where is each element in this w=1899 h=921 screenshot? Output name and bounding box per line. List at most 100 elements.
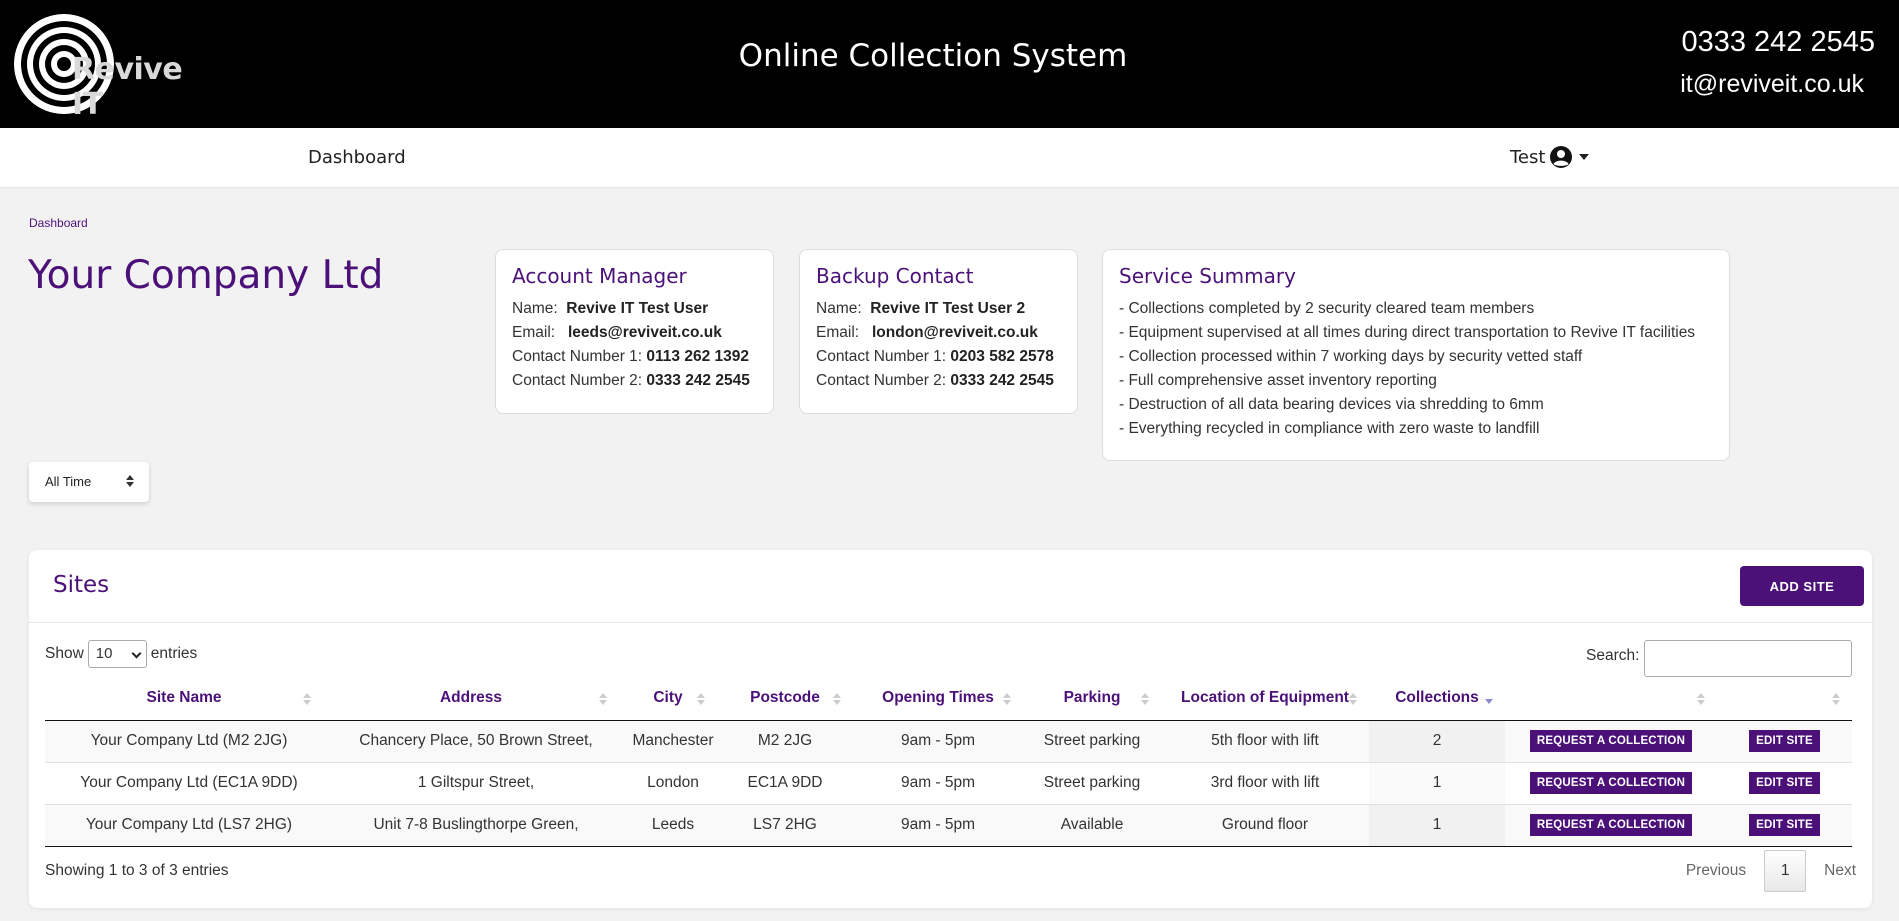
bc-name-row: Name: Revive IT Test User 2	[816, 300, 1026, 317]
cell-postcode: LS7 2HG	[717, 803, 853, 847]
request-collection-button[interactable]: REQUEST A COLLECTION	[1529, 730, 1693, 752]
cell-location: Ground floor	[1161, 803, 1369, 847]
cell-collections: 2	[1369, 720, 1505, 762]
cell-request: REQUEST A COLLECTION	[1505, 720, 1717, 762]
previous-page-button[interactable]: Previous	[1686, 862, 1746, 880]
sort-icon	[697, 693, 705, 705]
table-row: Your Company Ltd (M2 2JG) Chancery Place…	[45, 720, 1852, 762]
bc-name: Revive IT Test User 2	[870, 300, 1026, 317]
col-postcode[interactable]: Postcode	[717, 677, 853, 721]
edit-site-button[interactable]: EDIT SITE	[1749, 814, 1820, 836]
sort-icon	[599, 693, 607, 705]
user-name: Test	[1510, 146, 1546, 168]
table-row: Your Company Ltd (LS7 2HG) Unit 7-8 Busl…	[45, 803, 1852, 847]
summary-item: - Collections completed by 2 security cl…	[1119, 300, 1535, 317]
col-location[interactable]: Location of Equipment	[1161, 677, 1369, 721]
edit-site-button[interactable]: EDIT SITE	[1749, 772, 1820, 794]
card-title: Backup Contact	[816, 264, 974, 288]
table-header-row: Site Name Address City Postcode Opening …	[45, 677, 1852, 721]
page-1-button[interactable]: 1	[1764, 850, 1807, 892]
am-contact1: 0113 262 1392	[646, 348, 749, 365]
select-arrows-icon	[126, 475, 134, 487]
table-info: Showing 1 to 3 of 3 entries	[45, 862, 229, 879]
cell-address: Chancery Place, 50 Brown Street,	[323, 720, 619, 762]
bc-contact2: 0333 242 2545	[950, 372, 1054, 389]
cell-parking: Street parking	[1023, 761, 1161, 804]
add-site-button[interactable]: ADD SITE	[1740, 566, 1864, 606]
col-opening-times[interactable]: Opening Times	[853, 677, 1023, 721]
col-site-name[interactable]: Site Name	[45, 677, 323, 721]
bc-contact2-row: Contact Number 2: 0333 242 2545	[816, 372, 1054, 389]
service-summary-card: Service Summary - Collections completed …	[1102, 249, 1730, 461]
sort-icon	[1003, 693, 1011, 705]
header-phone: 0333 242 2545	[1681, 26, 1875, 58]
sites-panel: Sites ADD SITE Show 10 entries Search: S…	[29, 550, 1872, 908]
am-email: leeds@reviveit.co.uk	[568, 324, 722, 341]
pagination: Previous 1 Next	[1686, 850, 1856, 892]
breadcrumb[interactable]: Dashboard	[29, 216, 88, 230]
cell-hours: 9am - 5pm	[853, 761, 1023, 804]
account-manager-card: Account Manager Name: Revive IT Test Use…	[495, 249, 774, 414]
table-row: Your Company Ltd (EC1A 9DD) 1 Giltspur S…	[45, 761, 1852, 804]
cell-postcode: M2 2JG	[717, 720, 853, 762]
cell-address: 1 Giltspur Street,	[323, 761, 619, 804]
request-collection-button[interactable]: REQUEST A COLLECTION	[1529, 814, 1693, 836]
col-city[interactable]: City	[619, 677, 717, 721]
am-contact2: 0333 242 2545	[646, 372, 750, 389]
entries-label: entries	[150, 645, 198, 662]
summary-item: - Everything recycled in compliance with…	[1119, 420, 1540, 437]
page-length-select[interactable]: 10	[87, 640, 147, 668]
cell-parking: Street parking	[1023, 720, 1161, 762]
bc-contact1-row: Contact Number 1: 0203 582 2578	[816, 348, 1054, 365]
page-length-value: 10	[95, 645, 113, 662]
am-email-row: Email: leeds@reviveit.co.uk	[512, 324, 722, 341]
cell-edit: EDIT SITE	[1717, 803, 1852, 847]
cell-parking: Available	[1023, 803, 1161, 847]
card-title: Account Manager	[512, 264, 687, 288]
col-edit[interactable]	[1717, 677, 1852, 721]
sort-icon	[1832, 693, 1840, 705]
cell-edit: EDIT SITE	[1717, 761, 1852, 804]
sort-desc-icon	[1485, 693, 1493, 705]
user-menu[interactable]: Test	[1510, 145, 1590, 169]
cell-postcode: EC1A 9DD	[717, 761, 853, 804]
cell-location: 5th floor with lift	[1161, 720, 1369, 762]
am-contact2-row: Contact Number 2: 0333 242 2545	[512, 372, 750, 389]
bc-email-row: Email: london@reviveit.co.uk	[816, 324, 1038, 341]
cell-hours: 9am - 5pm	[853, 803, 1023, 847]
cell-request: REQUEST A COLLECTION	[1505, 803, 1717, 847]
summary-item: - Destruction of all data bearing device…	[1119, 396, 1544, 413]
sites-title: Sites	[53, 572, 110, 598]
edit-site-button[interactable]: EDIT SITE	[1749, 730, 1820, 752]
cell-site-name: Your Company Ltd (M2 2JG)	[45, 720, 323, 762]
page-title: Your Company Ltd	[28, 253, 384, 298]
summary-item: - Full comprehensive asset inventory rep…	[1119, 372, 1437, 389]
nav-dashboard-link[interactable]: Dashboard	[308, 147, 406, 168]
cell-city: Manchester	[619, 720, 717, 762]
cell-hours: 9am - 5pm	[853, 720, 1023, 762]
am-name: Revive IT Test User	[566, 300, 709, 317]
next-page-button[interactable]: Next	[1824, 862, 1856, 880]
sort-icon	[833, 693, 841, 705]
time-filter-select[interactable]: All Time	[29, 462, 149, 502]
summary-item: - Collection processed within 7 working …	[1119, 348, 1583, 365]
sites-panel-header: Sites ADD SITE	[29, 550, 1872, 623]
show-label: Show	[45, 645, 84, 662]
col-collections[interactable]: Collections	[1369, 677, 1505, 721]
col-parking[interactable]: Parking	[1023, 677, 1161, 721]
card-title: Service Summary	[1119, 264, 1296, 288]
cell-site-name: Your Company Ltd (LS7 2HG)	[45, 803, 323, 847]
cell-city: Leeds	[619, 803, 717, 847]
col-request[interactable]	[1505, 677, 1717, 721]
cell-request: REQUEST A COLLECTION	[1505, 761, 1717, 804]
cell-city: London	[619, 761, 717, 804]
chevron-down-icon	[1579, 154, 1590, 160]
search-input[interactable]	[1644, 640, 1852, 677]
request-collection-button[interactable]: REQUEST A COLLECTION	[1529, 772, 1693, 794]
am-contact1-row: Contact Number 1: 0113 262 1392	[512, 348, 749, 365]
cell-address: Unit 7-8 Buslingthorpe Green,	[323, 803, 619, 847]
col-address[interactable]: Address	[323, 677, 619, 721]
cell-location: 3rd floor with lift	[1161, 761, 1369, 804]
top-header: Revive IT Online Collection System 0333 …	[0, 0, 1899, 128]
sort-icon	[1697, 693, 1705, 705]
